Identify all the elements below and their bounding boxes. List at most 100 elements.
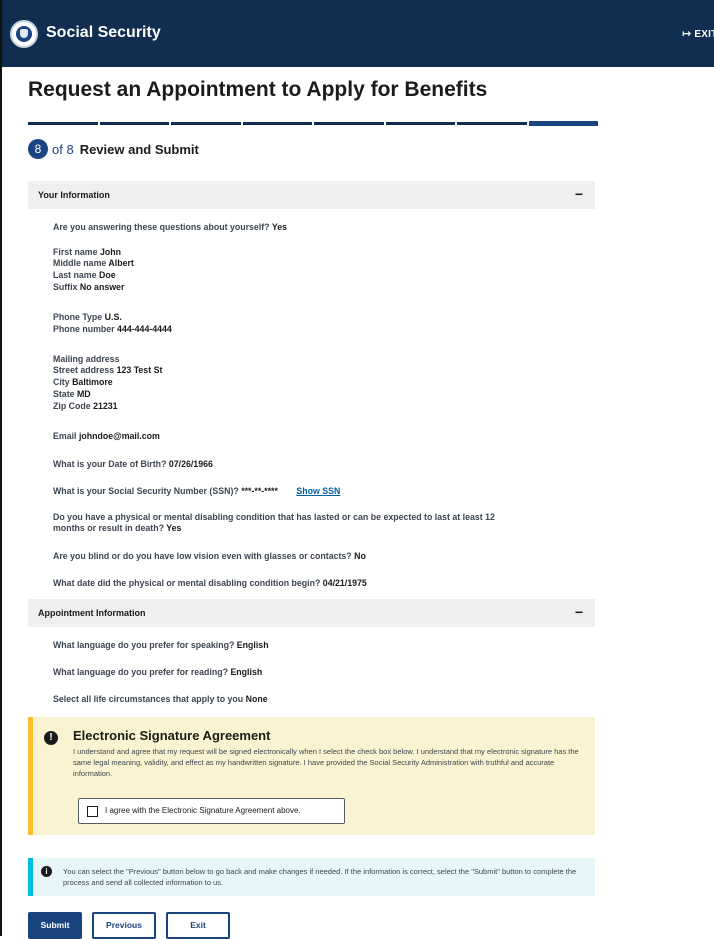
first-name-value: John <box>99 247 121 257</box>
eagle-icon <box>20 29 28 38</box>
suffix-label: Suffix <box>53 282 78 292</box>
show-ssn-link[interactable]: Show SSN <box>296 486 340 496</box>
reading-language-value: English <box>230 667 263 677</box>
phone-number-field: Phone number 444-444-4444 <box>53 324 172 335</box>
email-value: johndoe@mail.com <box>78 431 160 441</box>
disabling-condition-field: Do you have a physical or mental disabli… <box>53 512 495 534</box>
blind-value: No <box>354 551 366 561</box>
street-address-label: Street address <box>53 365 115 375</box>
progress-segment-current <box>528 121 598 126</box>
appointment-information-heading: Appointment Information <box>38 608 146 618</box>
speaking-language-value: English <box>236 640 269 650</box>
page-title: Request an Appointment to Apply for Bene… <box>28 78 488 101</box>
alert-icon: ! <box>44 731 58 745</box>
header-exit-link[interactable]: ↦EXIT <box>682 27 714 40</box>
city-label: City <box>53 377 70 387</box>
phone-type-field: Phone Type U.S. <box>53 312 122 323</box>
esignature-alert: ! Electronic Signature Agreement I under… <box>28 717 595 835</box>
progress-segment <box>314 122 384 125</box>
info-notice-text: You can select the "Previous" button bel… <box>63 867 577 887</box>
dob-label: What is your Date of Birth? <box>53 459 167 469</box>
collapse-icon[interactable]: − <box>575 181 583 208</box>
middle-name-value: Albert <box>108 258 134 268</box>
state-value: MD <box>76 389 91 399</box>
exit-arrow-icon: ↦ <box>682 28 692 40</box>
previous-button[interactable]: Previous <box>92 912 156 939</box>
progress-segment <box>457 122 527 125</box>
esignature-heading: Electronic Signature Agreement <box>73 728 271 743</box>
zip-code-value: 21231 <box>93 401 118 411</box>
condition-begin-label: What date did the physical or mental dis… <box>53 578 321 588</box>
dob-field: What is your Date of Birth? 07/26/1966 <box>53 459 213 470</box>
email-field: Email johndoe@mail.com <box>53 431 160 442</box>
ssn-value: ***-**-**** <box>241 486 278 496</box>
email-label: Email <box>53 431 77 441</box>
life-circumstances-label: Select all life circumstances that apply… <box>53 694 244 704</box>
middle-name-field: Middle name Albert <box>53 258 134 269</box>
state-field: State MD <box>53 389 91 400</box>
collapse-icon[interactable]: − <box>575 599 583 626</box>
street-address-field: Street address 123 Test St <box>53 365 162 376</box>
ssn-label: What is your Social Security Number (SSN… <box>53 486 239 496</box>
info-icon: i <box>41 866 52 877</box>
disabling-condition-label-line1: Do you have a physical or mental disabli… <box>53 512 495 522</box>
state-label: State <box>53 389 75 399</box>
last-name-label: Last name <box>53 270 97 280</box>
middle-name-label: Middle name <box>53 258 107 268</box>
esignature-body: I understand and agree that my request w… <box>73 747 579 778</box>
header-exit-label: EXIT <box>694 29 714 40</box>
progress-segment <box>28 122 98 125</box>
reading-language-field: What language do you prefer for reading?… <box>53 667 262 678</box>
disabling-condition-value: Yes <box>166 523 182 533</box>
last-name-field: Last name Doe <box>53 270 116 281</box>
your-information-accordion-header[interactable]: Your Information − <box>28 181 595 209</box>
progress-segment <box>171 122 241 125</box>
progress-bar <box>28 121 598 126</box>
brand-name[interactable]: Social Security <box>46 24 161 42</box>
phone-type-value: U.S. <box>104 312 122 322</box>
appointment-information-accordion-header[interactable]: Appointment Information − <box>28 599 595 627</box>
step-indicator: 8 of 8 Review and Submit <box>28 138 199 160</box>
suffix-value: No answer <box>79 282 125 292</box>
step-number-badge: 8 <box>28 139 48 159</box>
site-header: Social Security ↦EXIT <box>2 0 714 67</box>
suffix-field: Suffix No answer <box>53 282 124 293</box>
life-circumstances-value: None <box>245 694 268 704</box>
city-value: Baltimore <box>72 377 113 387</box>
info-notice: i You can select the "Previous" button b… <box>28 858 595 896</box>
ssn-field: What is your Social Security Number (SSN… <box>53 486 340 497</box>
exit-button[interactable]: Exit <box>166 912 230 939</box>
mailing-address-label: Mailing address <box>53 354 120 364</box>
reading-language-label: What language do you prefer for reading? <box>53 667 228 677</box>
condition-begin-value: 04/21/1975 <box>322 578 367 588</box>
progress-segment <box>99 122 169 125</box>
blind-label: Are you blind or do you have low vision … <box>53 551 352 561</box>
step-of-total: of 8 <box>52 141 74 157</box>
your-information-heading: Your Information <box>38 190 110 200</box>
first-name-field: First name John <box>53 247 121 258</box>
about-self-field: Are you answering these questions about … <box>53 222 287 233</box>
mailing-address-field: Mailing address <box>53 354 119 365</box>
speaking-language-label: What language do you prefer for speaking… <box>53 640 235 650</box>
progress-segment <box>242 122 312 125</box>
ssa-seal-logo[interactable] <box>10 20 38 48</box>
street-address-value: 123 Test St <box>116 365 163 375</box>
esignature-checkbox-label[interactable]: I agree with the Electronic Signature Ag… <box>105 806 301 815</box>
about-self-value: Yes <box>271 222 288 232</box>
disabling-condition-label-line2: months or result in death? <box>53 523 164 533</box>
about-self-label: Are you answering these questions about … <box>53 222 270 232</box>
blind-field: Are you blind or do you have low vision … <box>53 551 366 562</box>
submit-button[interactable]: Submit <box>28 912 82 939</box>
speaking-language-field: What language do you prefer for speaking… <box>53 640 269 651</box>
esignature-checkbox-tile[interactable]: I agree with the Electronic Signature Ag… <box>78 798 345 824</box>
step-name: Review and Submit <box>79 141 199 157</box>
phone-type-label: Phone Type <box>53 312 103 322</box>
window-edge <box>0 0 2 936</box>
phone-number-label: Phone number <box>53 324 115 334</box>
phone-number-value: 444-444-4444 <box>117 324 172 334</box>
condition-begin-field: What date did the physical or mental dis… <box>53 578 367 589</box>
progress-segment <box>385 122 455 125</box>
zip-code-label: Zip Code <box>53 401 91 411</box>
esignature-checkbox[interactable] <box>87 806 98 817</box>
last-name-value: Doe <box>98 270 116 280</box>
